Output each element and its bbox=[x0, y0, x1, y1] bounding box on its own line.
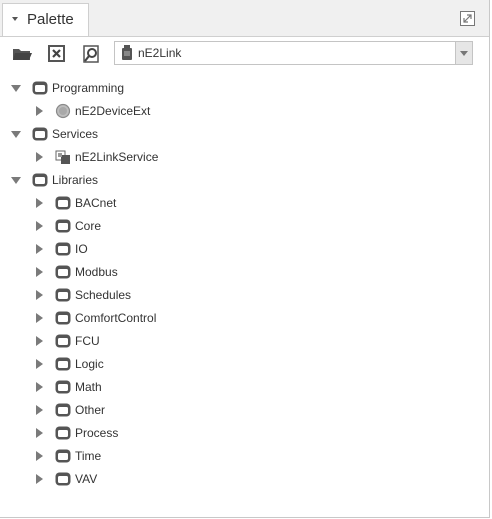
palette-select-value: nE2Link bbox=[138, 46, 182, 60]
tree-row-label: Other bbox=[75, 403, 106, 417]
collapse-caret-icon[interactable] bbox=[36, 405, 43, 415]
palette-panel: Palette nE2Link Programming nE2DeviceExt… bbox=[0, 0, 490, 518]
tree-row-programming[interactable]: Programming bbox=[0, 77, 489, 100]
tree-row-label: Services bbox=[52, 127, 99, 141]
folder-icon bbox=[55, 403, 71, 417]
device-ext-icon bbox=[55, 103, 71, 119]
tree-row-other[interactable]: Other bbox=[0, 399, 489, 422]
collapse-caret-icon[interactable] bbox=[36, 451, 43, 461]
tree-row-label: Schedules bbox=[75, 288, 132, 302]
tree-row-label: ComfortControl bbox=[75, 311, 157, 325]
tree-row-label: Process bbox=[75, 426, 119, 440]
tree-row-ne2linkservice[interactable]: nE2LinkService bbox=[0, 146, 489, 169]
folder-icon bbox=[32, 127, 48, 141]
toolbar: nE2Link bbox=[0, 37, 489, 71]
tree-row-fcu[interactable]: FCU bbox=[0, 330, 489, 353]
expand-caret-icon[interactable] bbox=[11, 85, 21, 92]
folder-icon bbox=[55, 357, 71, 371]
collapse-caret-icon[interactable] bbox=[36, 382, 43, 392]
tree-row-label: IO bbox=[75, 242, 88, 256]
tree-row-label: Math bbox=[75, 380, 102, 394]
close-palette-icon[interactable] bbox=[46, 43, 68, 65]
collapse-caret-icon[interactable] bbox=[36, 359, 43, 369]
tree-row-bacnet[interactable]: BACnet bbox=[0, 192, 489, 215]
tree-row-comfortcontrol[interactable]: ComfortControl bbox=[0, 307, 489, 330]
collapse-caret-icon[interactable] bbox=[36, 221, 43, 231]
tree-row-label: Core bbox=[75, 219, 102, 233]
expand-caret-icon[interactable] bbox=[11, 177, 21, 184]
folder-icon bbox=[55, 472, 71, 486]
tree-row-label: FCU bbox=[75, 334, 100, 348]
folder-icon bbox=[55, 311, 71, 325]
collapse-caret-icon[interactable] bbox=[36, 474, 43, 484]
tree-row-math[interactable]: Math bbox=[0, 376, 489, 399]
palette-select[interactable]: nE2Link bbox=[114, 41, 473, 65]
collapse-caret-icon[interactable] bbox=[36, 313, 43, 323]
folder-icon bbox=[32, 173, 48, 187]
folder-icon bbox=[55, 449, 71, 463]
tab-palette[interactable]: Palette bbox=[2, 3, 89, 36]
tree-row-services[interactable]: Services bbox=[0, 123, 489, 146]
tree-row-label: Modbus bbox=[75, 265, 118, 279]
collapse-caret-icon[interactable] bbox=[36, 152, 43, 162]
tree-row-label: BACnet bbox=[75, 196, 117, 210]
tree-row-label: nE2LinkService bbox=[75, 150, 159, 164]
tree-row-modbus[interactable]: Modbus bbox=[0, 261, 489, 284]
tree-row-label: nE2DeviceExt bbox=[75, 104, 151, 118]
folder-icon bbox=[55, 219, 71, 233]
tree-row-label: Time bbox=[75, 449, 102, 463]
folder-icon bbox=[55, 242, 71, 256]
chevron-down-icon[interactable] bbox=[12, 17, 18, 21]
collapse-caret-icon[interactable] bbox=[36, 428, 43, 438]
collapse-caret-icon[interactable] bbox=[36, 290, 43, 300]
open-folder-icon[interactable] bbox=[11, 43, 33, 65]
folder-icon bbox=[55, 288, 71, 302]
find-icon[interactable] bbox=[80, 43, 102, 65]
tab-bar: Palette bbox=[0, 0, 489, 37]
folder-icon bbox=[32, 81, 48, 95]
folder-icon bbox=[55, 426, 71, 440]
maximize-icon[interactable] bbox=[460, 11, 475, 26]
tree-row-vav[interactable]: VAV bbox=[0, 468, 489, 491]
tree-row-logic[interactable]: Logic bbox=[0, 353, 489, 376]
expand-caret-icon[interactable] bbox=[11, 131, 21, 138]
tree-row-libraries[interactable]: Libraries bbox=[0, 169, 489, 192]
dropdown-arrow-icon[interactable] bbox=[455, 42, 472, 64]
tree-row-label: Libraries bbox=[52, 173, 99, 187]
folder-icon bbox=[55, 265, 71, 279]
tree-row-time[interactable]: Time bbox=[0, 445, 489, 468]
folder-icon bbox=[55, 380, 71, 394]
tree-row-process[interactable]: Process bbox=[0, 422, 489, 445]
folder-icon bbox=[55, 334, 71, 348]
service-icon bbox=[55, 150, 70, 164]
collapse-caret-icon[interactable] bbox=[36, 336, 43, 346]
tree-row-ne2deviceext[interactable]: nE2DeviceExt bbox=[0, 100, 489, 123]
tree-row-label: VAV bbox=[75, 472, 98, 486]
collapse-caret-icon[interactable] bbox=[36, 106, 43, 116]
collapse-caret-icon[interactable] bbox=[36, 244, 43, 254]
tree-row-schedules[interactable]: Schedules bbox=[0, 284, 489, 307]
collapse-caret-icon[interactable] bbox=[36, 198, 43, 208]
tree-row-label: Programming bbox=[52, 81, 125, 95]
jar-icon bbox=[122, 45, 132, 60]
tree-row-label: Logic bbox=[75, 357, 104, 371]
tab-title: Palette bbox=[27, 11, 74, 28]
collapse-caret-icon[interactable] bbox=[36, 267, 43, 277]
tree-row-core[interactable]: Core bbox=[0, 215, 489, 238]
folder-icon bbox=[55, 196, 71, 210]
tree-row-io[interactable]: IO bbox=[0, 238, 489, 261]
